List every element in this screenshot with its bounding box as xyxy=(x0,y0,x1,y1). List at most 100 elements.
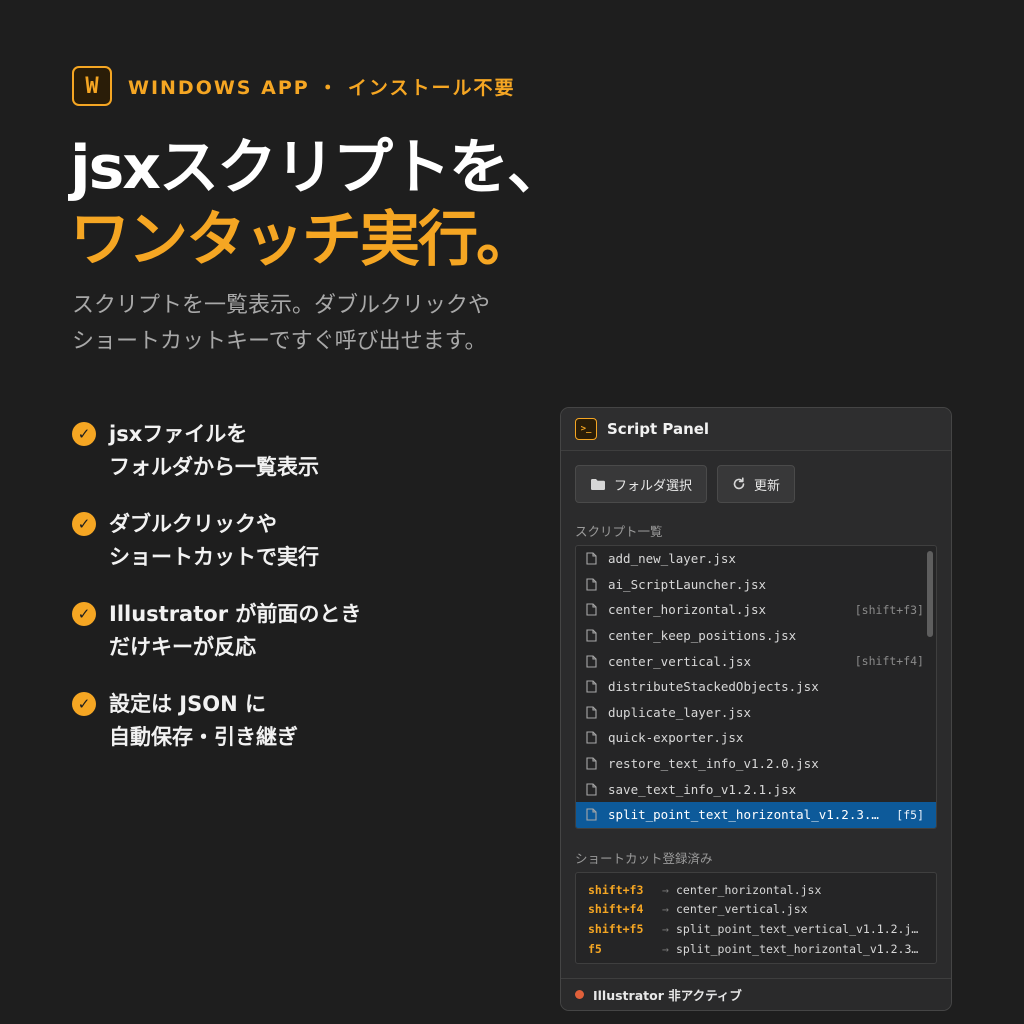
script-list-scrollbar[interactable] xyxy=(927,551,933,637)
status-bar: Illustrator 非アクティブ xyxy=(561,978,951,1010)
file-icon xyxy=(586,680,599,693)
script-list-item[interactable]: add_new_layer.jsx xyxy=(576,546,936,572)
script-list-item[interactable]: center_horizontal.jsx [shift+f3] xyxy=(576,597,936,623)
file-icon xyxy=(586,578,599,591)
platform-badge-text: WINDOWS APP ・ インストール不要 xyxy=(128,76,516,99)
shortcut-row: shift+f5 → split_point_text_vertical_v1.1.… xyxy=(588,919,924,939)
script-list-item[interactable]: ai_ScriptLauncher.jsx xyxy=(576,572,936,598)
status-indicator-icon xyxy=(575,990,584,999)
feature-line1: ダブルクリックや xyxy=(109,512,277,536)
select-folder-button[interactable]: フォルダ選択 xyxy=(575,465,708,503)
hero-subtitle-line1: スクリプトを一覧表示。ダブルクリックや xyxy=(72,293,491,318)
shortcut-list: shift+f3 → center_horizontal.jsx shift+f4 → c… xyxy=(575,872,937,964)
shortcut-row: shift+f4 → center_vertical.jsx xyxy=(588,900,924,920)
script-list-label: スクリプト一覧 xyxy=(575,524,663,539)
shortcut-target: split_point_text_horizontal_v1.2.3… xyxy=(676,941,919,956)
script-list-item[interactable]: save_text_info_v1.2.1.jsx xyxy=(576,776,936,802)
feature-text: Illustrator が前面のとき だけキーが反応 xyxy=(109,598,361,664)
select-folder-label: フォルダ選択 xyxy=(614,478,693,494)
hero-title-line1: jsxスクリプトを、 xyxy=(70,133,567,203)
feature-text: jsxファイルを フォルダから一覧表示 xyxy=(109,418,319,484)
script-list-item[interactable]: center_keep_positions.jsx xyxy=(576,623,936,649)
shortcut-key: f5 xyxy=(588,941,602,956)
feature-text: ダブルクリックや ショートカットで実行 xyxy=(109,508,319,574)
feature-line1: Illustrator が前面のとき xyxy=(109,602,362,626)
file-icon xyxy=(586,603,599,617)
script-name: center_horizontal.jsx xyxy=(608,602,767,618)
terminal-icon: >_ xyxy=(575,418,597,440)
script-name: save_text_info_v1.2.1.jsx xyxy=(608,781,797,797)
shortcuts-label: ショートカット登録済み xyxy=(575,851,713,866)
script-list-item[interactable]: restore_text_info_v1.2.0.jsx xyxy=(576,751,936,777)
feature-line1: 設定は JSON に xyxy=(109,692,266,716)
script-name: center_vertical.jsx xyxy=(608,653,751,669)
script-panel-window: >_ Script Panel フォルダ選択 更新 スクリプト一覧 add_ne… xyxy=(560,407,952,1011)
script-shortcut-hint: [shift+f4] xyxy=(854,654,924,669)
shortcut-key: shift+f4 xyxy=(588,902,644,917)
script-name: duplicate_layer.jsx xyxy=(608,704,751,720)
refresh-button[interactable]: 更新 xyxy=(717,465,796,503)
shortcut-row: f5 → split_point_text_horizontal_v1.2.3… xyxy=(588,939,924,959)
feature-line2: フォルダから一覧表示 xyxy=(109,455,319,479)
arrow-icon: → xyxy=(662,921,669,936)
folder-icon xyxy=(590,478,606,491)
feature-item: ✓ 設定は JSON に 自動保存・引き継ぎ xyxy=(72,688,361,778)
script-list-item[interactable]: duplicate_layer.jsx xyxy=(576,700,936,726)
file-icon xyxy=(586,655,599,668)
arrow-icon: → xyxy=(662,882,669,897)
panel-titlebar[interactable]: >_ Script Panel xyxy=(561,408,951,451)
script-name: restore_text_info_v1.2.0.jsx xyxy=(608,756,819,772)
script-list-item[interactable]: quick-exporter.jsx xyxy=(576,725,936,751)
app-badge: W WINDOWS APP ・ インストール不要 xyxy=(72,66,516,106)
arrow-icon: → xyxy=(662,941,669,956)
feature-item: ✓ Illustrator が前面のとき だけキーが反応 xyxy=(72,598,361,688)
file-icon xyxy=(586,783,599,796)
status-text: Illustrator 非アクティブ xyxy=(593,988,742,1003)
script-list[interactable]: add_new_layer.jsx ai_ScriptLauncher.jsxce… xyxy=(575,545,937,829)
script-shortcut-hint: [shift+f3] xyxy=(854,602,924,617)
app-logo-icon: W xyxy=(72,66,112,106)
feature-item: ✓ jsxファイルを フォルダから一覧表示 xyxy=(72,418,361,508)
script-name: ai_ScriptLauncher.jsx xyxy=(608,576,767,592)
panel-title: Script Panel xyxy=(607,420,710,438)
script-list-item[interactable]: distributeStackedObjects.jsx xyxy=(576,674,936,700)
script-name: distributeStackedObjects.jsx xyxy=(608,679,819,695)
file-icon xyxy=(586,808,599,821)
script-name: quick-exporter.jsx xyxy=(608,730,744,746)
shortcut-row: shift+f3 → center_horizontal.jsx xyxy=(588,880,924,900)
feature-line1: jsxファイルを xyxy=(109,422,248,446)
arrow-icon: → xyxy=(662,902,669,917)
script-name: center_keep_positions.jsx xyxy=(608,628,797,644)
feature-item: ✓ ダブルクリックや ショートカットで実行 xyxy=(72,508,361,598)
feature-list: ✓ jsxファイルを フォルダから一覧表示 ✓ ダブルクリックや ショートカット… xyxy=(72,418,361,778)
file-icon xyxy=(586,706,599,719)
shortcut-key: shift+f5 xyxy=(588,921,644,936)
refresh-label: 更新 xyxy=(754,478,781,494)
shortcut-target: center_horizontal.jsx xyxy=(676,882,822,897)
script-name: add_new_layer.jsx xyxy=(608,551,736,567)
script-list-item[interactable]: center_vertical.jsx [shift+f4] xyxy=(576,648,936,674)
feature-text: 設定は JSON に 自動保存・引き継ぎ xyxy=(109,688,298,754)
feature-line2: ショートカットで実行 xyxy=(109,545,319,569)
file-icon xyxy=(586,731,599,745)
hero-title: jsxスクリプトを、 ワンタッチ実行。 xyxy=(70,132,567,276)
file-icon xyxy=(586,552,599,565)
check-icon: ✓ xyxy=(72,692,96,716)
shortcut-target: split_point_text_vertical_v1.1.2.j… xyxy=(676,921,919,936)
feature-line2: 自動保存・引き継ぎ xyxy=(109,725,298,749)
check-icon: ✓ xyxy=(72,602,96,626)
file-icon xyxy=(586,629,599,642)
refresh-icon xyxy=(732,477,746,491)
shortcut-target: center_vertical.jsx xyxy=(676,902,808,917)
check-icon: ✓ xyxy=(72,422,96,446)
feature-line2: だけキーが反応 xyxy=(109,635,256,659)
shortcut-key: shift+f3 xyxy=(588,882,644,897)
file-icon xyxy=(586,757,599,770)
script-name: split_point_text_horizontal_v1.2.3.… xyxy=(608,807,879,823)
script-shortcut-hint: [f5] xyxy=(896,807,924,822)
check-icon: ✓ xyxy=(72,512,96,536)
hero-title-line2: ワンタッチ実行。 xyxy=(70,205,536,275)
script-list-item[interactable]: split_point_text_horizontal_v1.2.3.… [f5] xyxy=(576,801,936,828)
hero-subtitle: スクリプトを一覧表示。ダブルクリックや ショートカットキーですぐ呼び出せます。 xyxy=(72,288,490,360)
panel-toolbar: フォルダ選択 更新 xyxy=(575,465,796,503)
